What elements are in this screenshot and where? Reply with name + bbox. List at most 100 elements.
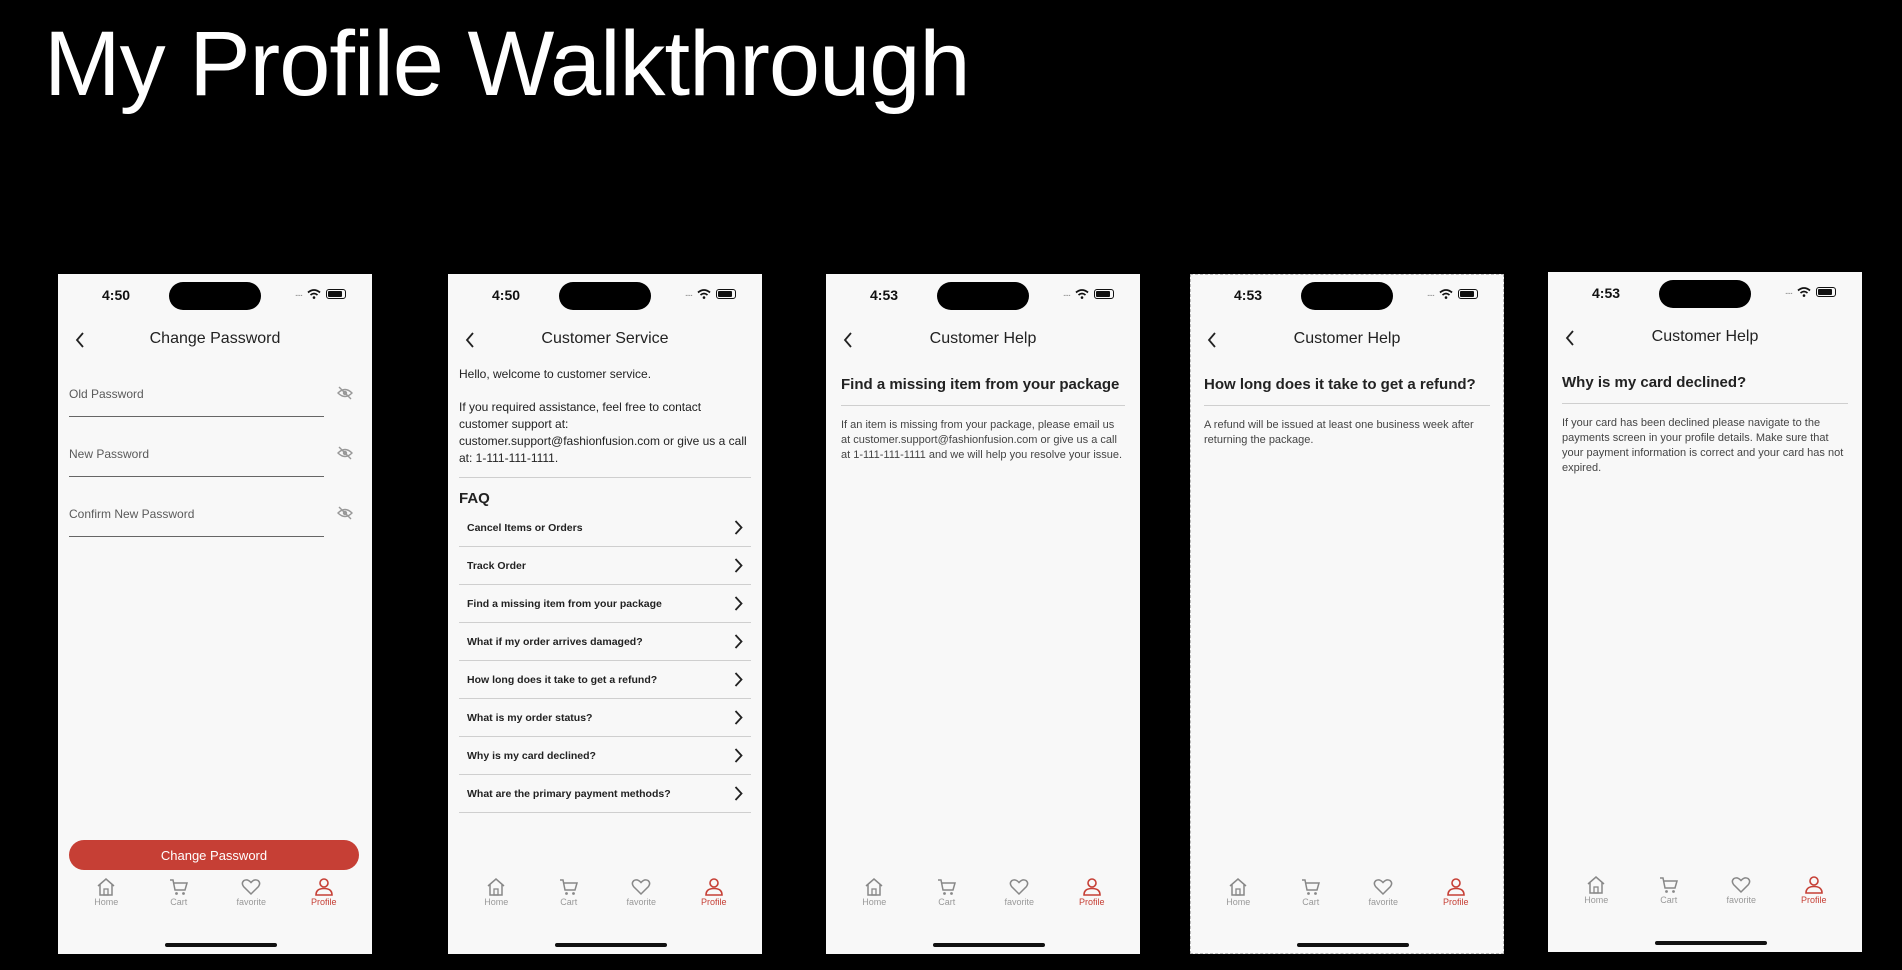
person-icon [1446, 878, 1465, 896]
tab-home[interactable]: Home [81, 878, 131, 922]
faq-item-card-declined[interactable]: Why is my card declined? [459, 737, 751, 775]
tab-favorite[interactable]: favorite [1716, 876, 1766, 920]
faq-item-order-status[interactable]: What is my order status? [459, 699, 751, 737]
faq-item-cancel-items[interactable]: Cancel Items or Orders [459, 509, 751, 547]
person-icon [1804, 876, 1823, 894]
tab-profile[interactable]: Profile [1789, 876, 1839, 920]
status-bar: 4:53 .... [1548, 272, 1862, 318]
cellular-icon: .... [1062, 288, 1071, 299]
system-icons: .... [685, 289, 736, 299]
tab-cart[interactable]: Cart [1286, 878, 1336, 922]
chevron-right-icon [734, 672, 743, 687]
screen-title: Customer Help [1293, 330, 1401, 347]
screen-title: Customer Help [929, 330, 1037, 347]
tab-home[interactable]: Home [849, 878, 899, 922]
nav-bar: Customer Help [1548, 318, 1862, 358]
dynamic-island [937, 282, 1029, 310]
heart-icon [1373, 879, 1393, 896]
home-indicator [1297, 943, 1409, 947]
system-icons: .... [1427, 289, 1478, 299]
tab-favorite[interactable]: favorite [994, 878, 1044, 922]
divider [841, 405, 1125, 406]
tab-profile[interactable]: Profile [299, 878, 349, 922]
tab-favorite[interactable]: favorite [226, 878, 276, 922]
nav-bar: Change Password [58, 320, 372, 360]
chevron-right-icon [734, 748, 743, 763]
faq-item-missing-item[interactable]: Find a missing item from your package [459, 585, 751, 623]
bottom-tab-bar: Home Cart favorite Profile [826, 878, 1140, 922]
tab-cart[interactable]: Cart [922, 878, 972, 922]
chevron-right-icon [734, 520, 743, 535]
confirm-password-field [69, 492, 361, 550]
status-time: 4:53 [1234, 287, 1263, 303]
toggle-visibility-confirm-password[interactable] [337, 506, 353, 525]
faq-item-order-damaged[interactable]: What if my order arrives damaged? [459, 623, 751, 661]
toggle-visibility-new-password[interactable] [337, 446, 353, 465]
status-bar: 4:50 .... [448, 274, 762, 320]
home-icon [487, 878, 505, 896]
bottom-tab-bar: Home Cart favorite Profile [58, 878, 372, 922]
home-indicator [1655, 941, 1767, 945]
system-icons: .... [295, 289, 346, 299]
tab-home[interactable]: Home [471, 878, 521, 922]
cart-icon [169, 879, 188, 895]
nav-bar: Customer Help [826, 320, 1140, 360]
change-password-button[interactable]: Change Password [69, 840, 359, 870]
chevron-right-icon [734, 634, 743, 649]
toggle-visibility-old-password[interactable] [337, 386, 353, 405]
help-question: Find a missing item from your package [841, 376, 1120, 393]
phone-screen-customer-service: 4:50 .... Customer Service Hello, welcom… [448, 274, 762, 954]
person-icon [704, 878, 723, 896]
new-password-input[interactable] [69, 432, 324, 477]
help-answer: If an item is missing from your package,… [841, 419, 1123, 461]
faq-item-refund-time[interactable]: How long does it take to get a refund? [459, 661, 751, 699]
chevron-right-icon [734, 786, 743, 801]
system-icons: .... [1785, 287, 1836, 297]
nav-bar: Customer Service [448, 320, 762, 360]
screen-title: Customer Help [1651, 328, 1759, 345]
eye-off-icon [337, 446, 353, 460]
assistance-text: If you required assistance, feel free to… [459, 400, 747, 465]
home-icon [865, 878, 883, 896]
home-icon [1587, 876, 1605, 894]
status-time: 4:53 [870, 287, 899, 303]
wifi-icon [1439, 289, 1453, 299]
tab-favorite[interactable]: favorite [616, 878, 666, 922]
confirm-password-input[interactable] [69, 492, 324, 537]
wifi-icon [1075, 289, 1089, 299]
tab-favorite[interactable]: favorite [1358, 878, 1408, 922]
screen-title: Customer Service [541, 330, 669, 347]
divider [1562, 403, 1848, 404]
person-icon [1082, 878, 1101, 896]
dynamic-island [1659, 280, 1751, 308]
old-password-input[interactable] [69, 372, 324, 417]
faq-item-payment-methods[interactable]: What are the primary payment methods? [459, 775, 751, 813]
heart-icon [1731, 877, 1751, 894]
dynamic-island [559, 282, 651, 310]
status-bar: 4:53 .... [1190, 274, 1504, 320]
cart-icon [1659, 877, 1678, 893]
tab-home[interactable]: Home [1571, 876, 1621, 920]
phone-screen-help-card-declined: 4:53 .... Customer Help Why is my card d… [1548, 272, 1862, 952]
faq-item-track-order[interactable]: Track Order [459, 547, 751, 585]
tab-cart[interactable]: Cart [154, 878, 204, 922]
chevron-right-icon [734, 558, 743, 573]
heart-icon [631, 879, 651, 896]
tab-home[interactable]: Home [1213, 878, 1263, 922]
wifi-icon [697, 289, 711, 299]
help-question: How long does it take to get a refund? [1204, 376, 1476, 393]
phone-screen-help-missing-item: 4:53 .... Customer Help Find a missing i… [826, 274, 1140, 954]
tab-profile[interactable]: Profile [1067, 878, 1117, 922]
help-answer: If your card has been declined please na… [1562, 417, 1844, 474]
tab-cart[interactable]: Cart [544, 878, 594, 922]
faq-heading: FAQ [459, 490, 490, 507]
divider [1204, 405, 1490, 406]
heart-icon [241, 879, 261, 896]
tab-profile[interactable]: Profile [689, 878, 739, 922]
phone-screen-change-password: 4:50 .... Change Password Change Passwor… [58, 274, 372, 954]
tab-cart[interactable]: Cart [1644, 876, 1694, 920]
home-icon [1229, 878, 1247, 896]
home-indicator [933, 943, 1045, 947]
battery-icon [716, 289, 736, 299]
tab-profile[interactable]: Profile [1431, 878, 1481, 922]
